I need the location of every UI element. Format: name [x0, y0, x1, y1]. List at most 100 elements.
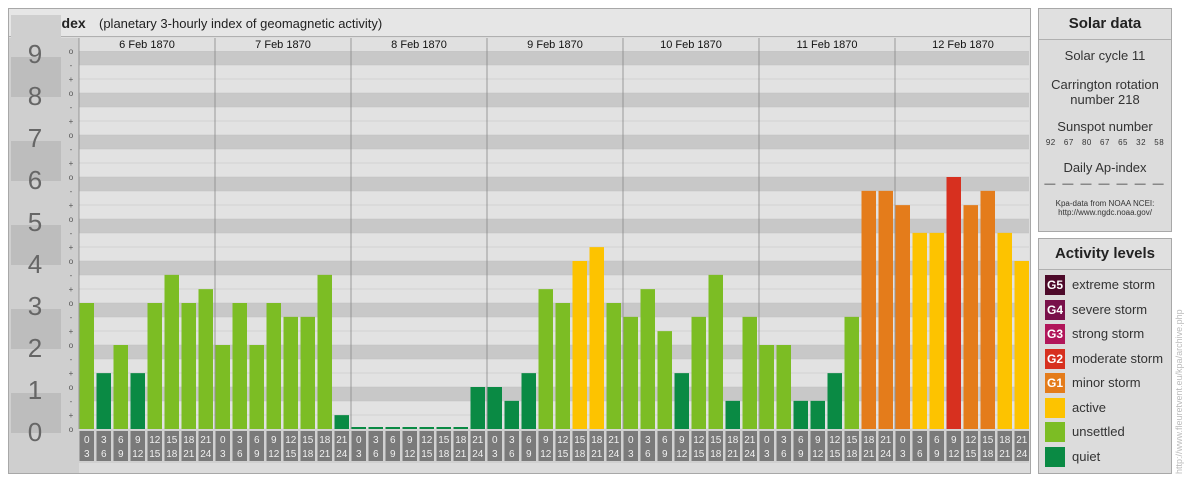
hour-start-label: 6	[254, 435, 260, 446]
kp-bar	[1014, 261, 1029, 429]
kp-bar	[963, 205, 978, 429]
hour-start-label: 18	[863, 435, 875, 446]
y-tick-label: 2	[28, 333, 42, 363]
minor-tick-label: -	[70, 61, 73, 70]
hour-end-label: 3	[628, 449, 634, 460]
legend-code: G2	[1046, 351, 1063, 366]
hour-end-label: 24	[472, 449, 484, 460]
hour-end-label: 12	[404, 449, 416, 460]
hour-end-label: 15	[693, 449, 705, 460]
hour-end-label: 21	[455, 449, 467, 460]
hour-end-label: 21	[319, 449, 331, 460]
minor-tick-label: -	[70, 271, 73, 280]
y-tick-label: 1	[28, 375, 42, 405]
minor-tick-label: o	[69, 299, 74, 308]
minor-tick-label: -	[70, 397, 73, 406]
hour-start-label: 0	[84, 435, 90, 446]
hour-start-label: 21	[608, 435, 620, 446]
grid-band-dark	[79, 177, 1029, 191]
hour-end-label: 15	[285, 449, 297, 460]
hour-start-label: 0	[628, 435, 634, 446]
hour-start-label: 12	[149, 435, 161, 446]
kp-bar	[946, 177, 961, 429]
date-label: 12 Feb 1870	[932, 39, 994, 51]
kp-bar	[878, 190, 893, 429]
legend-code: G1	[1046, 376, 1063, 390]
activity-levels-panel: Activity levels G5 extreme storm G4 severe …	[1038, 238, 1172, 474]
hour-start-label: 15	[302, 435, 314, 446]
y-tick-label: 7	[28, 123, 42, 153]
hour-start-label: 6	[390, 435, 396, 446]
minor-tick-label: +	[69, 75, 74, 84]
legend-label: minor storm	[1072, 375, 1141, 390]
kp-bar	[997, 232, 1012, 429]
hour-end-label: 18	[574, 449, 586, 460]
hour-start-label: 18	[455, 435, 467, 446]
kp-bar	[759, 345, 774, 429]
kp-bar	[436, 427, 451, 429]
kp-bar	[368, 427, 383, 429]
minor-tick-label: +	[69, 285, 74, 294]
hour-end-label: 24	[608, 449, 620, 460]
kp-bar	[827, 373, 842, 429]
hour-end-label: 18	[166, 449, 178, 460]
date-label: 8 Feb 1870	[391, 39, 447, 51]
hour-start-label: 15	[438, 435, 450, 446]
legend-swatch	[1045, 422, 1065, 442]
hour-start-label: 9	[679, 435, 685, 446]
hour-start-label: 21	[1016, 435, 1028, 446]
hour-end-label: 18	[846, 449, 858, 460]
minor-tick-label: o	[69, 47, 74, 56]
hour-end-label: 12	[948, 449, 960, 460]
hour-start-label: 9	[135, 435, 141, 446]
kp-bar	[402, 427, 417, 429]
date-label: 10 Feb 1870	[660, 39, 722, 51]
hour-start-label: 21	[744, 435, 756, 446]
legend-label: moderate storm	[1072, 350, 1164, 366]
hour-start-label: 9	[271, 435, 277, 446]
hour-start-label: 3	[101, 435, 107, 446]
hour-end-label: 3	[492, 449, 498, 460]
legend-label: unsettled	[1072, 424, 1125, 439]
carrington-rotation-line2: number 218	[1070, 92, 1140, 107]
kp-bar	[504, 400, 519, 429]
hour-end-label: 12	[676, 449, 688, 460]
kp-bar	[725, 400, 740, 429]
hour-start-label: 3	[237, 435, 243, 446]
y-tick-label: 9	[28, 39, 42, 69]
kp-bar	[419, 427, 434, 429]
kp-bar	[215, 345, 230, 429]
grid-band-dark	[79, 93, 1029, 107]
date-label: 9 Feb 1870	[527, 39, 583, 51]
legend-swatch	[1045, 446, 1065, 467]
kp-bar	[640, 289, 655, 429]
legend-label: strong storm	[1072, 326, 1145, 341]
kp-bar	[351, 427, 366, 429]
y-tick-label: 6	[28, 165, 42, 195]
hour-end-label: 3	[356, 449, 362, 460]
hour-end-label: 6	[101, 449, 107, 460]
legend-swatch: G1	[1045, 373, 1065, 393]
hour-start-label: 21	[880, 435, 892, 446]
hour-end-label: 9	[662, 449, 668, 460]
legend-code: G3	[1046, 327, 1063, 341]
minor-tick-label: +	[69, 369, 74, 378]
minor-tick-label: o	[69, 89, 74, 98]
hour-start-label: 3	[917, 435, 923, 446]
kp-bar	[912, 232, 927, 429]
hour-start-label: 0	[764, 435, 770, 446]
legend-label: extreme storm	[1072, 277, 1156, 292]
minor-tick-label: -	[70, 313, 73, 322]
hour-end-label: 21	[727, 449, 739, 460]
carrington-rotation-line1: Carrington rotation	[1051, 77, 1159, 92]
hour-end-label: 15	[149, 449, 161, 460]
hour-end-label: 24	[744, 449, 756, 460]
kp-bar	[113, 345, 128, 429]
kp-bar	[164, 274, 179, 429]
kp-bar	[810, 400, 825, 429]
hour-end-label: 24	[200, 449, 212, 460]
hour-end-label: 3	[220, 449, 226, 460]
ap-index-values: — — — — — — —	[1044, 178, 1166, 190]
hour-start-label: 9	[815, 435, 821, 446]
y-tick-label: 5	[28, 207, 42, 237]
